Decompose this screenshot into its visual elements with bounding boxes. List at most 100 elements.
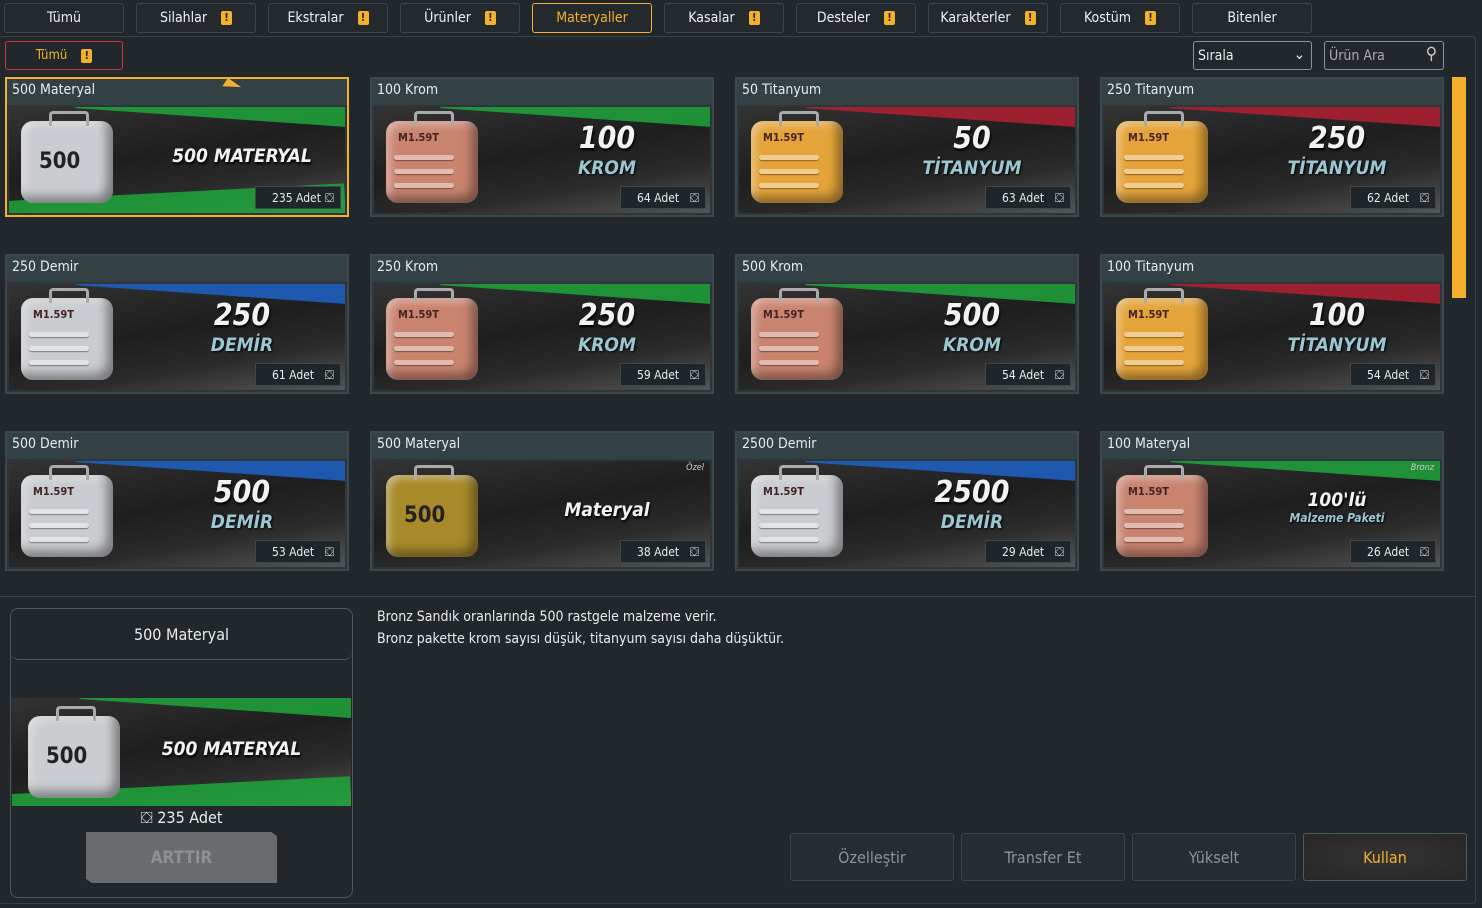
item-art-title: 2500 xyxy=(934,475,1010,510)
case-icon: 500 xyxy=(386,465,478,557)
item-title: 500 Demir xyxy=(7,433,347,459)
item-card[interactable]: 2500 Demir M1.59T 2500 DEMİR 29 Adet ⛋ xyxy=(735,431,1079,571)
item-art-title: 250 xyxy=(1308,121,1366,156)
tab-silahlar[interactable]: Silahlar! xyxy=(136,3,256,33)
item-title: 500 Materyal xyxy=(7,79,347,105)
item-art-subtitle: TİTANYUM xyxy=(922,157,1022,179)
item-image: M1.59T 100 TİTANYUM 54 Adet ⛋ xyxy=(1104,284,1440,390)
item-card[interactable]: 50 Titanyum M1.59T 50 TİTANYUM 63 Adet ⛋ xyxy=(735,77,1079,217)
item-tag: Bronz xyxy=(1410,463,1434,473)
item-card[interactable]: 500 Krom M1.59T 500 KROM 54 Adet ⛋ xyxy=(735,254,1079,394)
tab-kostüm[interactable]: Kostüm! xyxy=(1060,3,1180,33)
item-count: 54 Adet ⛋ xyxy=(985,363,1071,386)
action-button-1[interactable]: Transfer Et xyxy=(961,833,1125,881)
tab-ekstralar[interactable]: Ekstralar! xyxy=(268,3,388,33)
search-input[interactable]: Ürün Ara ⚲ xyxy=(1324,41,1444,70)
item-image: M1.59T 100 KROM 64 Adet ⛋ xyxy=(374,107,710,213)
box-icon: ⛋ xyxy=(689,545,699,559)
item-count: 54 Adet ⛋ xyxy=(1350,363,1436,386)
item-card[interactable]: 250 Titanyum M1.59T 250 TİTANYUM 62 Adet… xyxy=(1100,77,1444,217)
stripe xyxy=(1170,461,1440,488)
item-image: Bronz M1.59T 100'lü Malzeme Paketi 26 Ad… xyxy=(1104,461,1440,567)
case-icon: M1.59T xyxy=(751,288,843,380)
item-title: 250 Krom xyxy=(372,256,712,282)
detail-count: ⛋ 235 Adet xyxy=(140,808,223,827)
item-art-subtitle: DEMİR xyxy=(210,334,274,356)
item-title: 100 Krom xyxy=(372,79,712,105)
item-count: 64 Adet ⛋ xyxy=(620,186,706,209)
warning-icon: ! xyxy=(1145,11,1157,25)
increase-button[interactable]: ARTTIR xyxy=(86,832,277,883)
item-image: 500 500 MATERYAL 235 Adet ⛋ xyxy=(9,107,345,213)
item-art-subtitle: KROM xyxy=(578,334,636,356)
tab-ürünler[interactable]: Ürünler! xyxy=(400,3,520,33)
item-card[interactable]: 500 Materyal Özel 500 Materyal 38 Adet ⛋ xyxy=(370,431,714,571)
case-icon: M1.59T xyxy=(1116,288,1208,380)
description: Bronz Sandık oranlarında 500 rastgele ma… xyxy=(377,609,785,647)
case-icon: M1.59T xyxy=(751,111,843,203)
item-card[interactable]: 500 Demir M1.59T 500 DEMİR 53 Adet ⛋ xyxy=(5,431,349,571)
item-card[interactable]: 100 Titanyum M1.59T 100 TİTANYUM 54 Adet… xyxy=(1100,254,1444,394)
item-art-subtitle: Malzeme Paketi xyxy=(1289,511,1385,525)
scrollbar-thumb[interactable] xyxy=(1452,77,1466,298)
tab-tümü[interactable]: Tümü xyxy=(4,3,124,33)
item-card[interactable]: 500 Materyal 500 500 MATERYAL 235 Adet ⛋ xyxy=(5,77,349,217)
filter-all-button[interactable]: Tümü! xyxy=(5,41,123,70)
tab-materyaller[interactable]: Materyaller xyxy=(532,3,652,33)
item-title: 500 Materyal xyxy=(372,433,712,459)
item-art-title: 100'lü xyxy=(1307,489,1367,511)
item-art-title: 250 xyxy=(578,298,636,333)
search-icon: ⚲ xyxy=(1425,44,1437,64)
item-title: 500 Krom xyxy=(737,256,1077,282)
item-image: M1.59T 2500 DEMİR 29 Adet ⛋ xyxy=(739,461,1075,567)
item-title: 250 Demir xyxy=(7,256,347,282)
item-image: M1.59T 250 DEMİR 61 Adet ⛋ xyxy=(9,284,345,390)
action-button-3[interactable]: Kullan xyxy=(1303,833,1467,881)
tab-bitenler[interactable]: Bitenler xyxy=(1192,3,1312,33)
stripe xyxy=(75,107,345,134)
item-art-title: 500 xyxy=(213,475,271,510)
case-icon: 500 xyxy=(28,706,120,798)
item-image: M1.59T 500 DEMİR 53 Adet ⛋ xyxy=(9,461,345,567)
item-art-subtitle: DEMİR xyxy=(940,511,1004,533)
detail-panel: 500 Materyal 500 500 MATERYAL ⛋ 235 Adet… xyxy=(10,608,353,898)
item-image: M1.59T 250 TİTANYUM 62 Adet ⛋ xyxy=(1104,107,1440,213)
warning-icon: ! xyxy=(884,11,896,25)
chevron-down-icon: ⌄ xyxy=(1293,45,1305,63)
item-art-title: 100 xyxy=(1308,298,1366,333)
item-image: M1.59T 250 KROM 59 Adet ⛋ xyxy=(374,284,710,390)
item-card[interactable]: 100 Materyal Bronz M1.59T 100'lü Malzeme… xyxy=(1100,431,1444,571)
tab-desteler[interactable]: Desteler! xyxy=(796,3,916,33)
item-art-title: 500 xyxy=(943,298,1001,333)
warning-icon: ! xyxy=(357,11,369,25)
box-icon: ⛋ xyxy=(1054,191,1064,205)
item-art-subtitle: TİTANYUM xyxy=(1287,157,1387,179)
case-icon: 500 xyxy=(21,111,113,203)
item-card[interactable]: 100 Krom M1.59T 100 KROM 64 Adet ⛋ xyxy=(370,77,714,217)
box-icon: ⛋ xyxy=(689,191,699,205)
tab-kasalar[interactable]: Kasalar! xyxy=(664,3,784,33)
action-button-2[interactable]: Yükselt xyxy=(1132,833,1296,881)
item-card[interactable]: 250 Krom M1.59T 250 KROM 59 Adet ⛋ xyxy=(370,254,714,394)
case-icon: M1.59T xyxy=(21,288,113,380)
item-tag: Özel xyxy=(686,463,704,473)
stripe xyxy=(79,698,351,725)
item-art-subtitle: KROM xyxy=(578,157,636,179)
box-icon: ⛋ xyxy=(1054,545,1064,559)
warning-icon: ! xyxy=(1024,11,1036,25)
divider xyxy=(0,596,1476,597)
sort-dropdown[interactable]: Sırala ⌄ xyxy=(1193,41,1312,70)
item-card[interactable]: 250 Demir M1.59T 250 DEMİR 61 Adet ⛋ xyxy=(5,254,349,394)
box-icon: ⛋ xyxy=(324,545,334,559)
item-count: 61 Adet ⛋ xyxy=(255,363,341,386)
tab-karakterler[interactable]: Karakterler! xyxy=(928,3,1048,33)
case-icon: M1.59T xyxy=(751,465,843,557)
item-title: 100 Titanyum xyxy=(1102,256,1442,282)
item-title: 2500 Demir xyxy=(737,433,1077,459)
item-count: 235 Adet ⛋ xyxy=(255,186,341,209)
item-art-title: 250 xyxy=(213,298,271,333)
item-art-title: 50 xyxy=(953,121,991,156)
item-art-title: Materyal xyxy=(564,499,650,521)
action-button-0[interactable]: Özelleştir xyxy=(790,833,954,881)
item-count: 62 Adet ⛋ xyxy=(1350,186,1436,209)
